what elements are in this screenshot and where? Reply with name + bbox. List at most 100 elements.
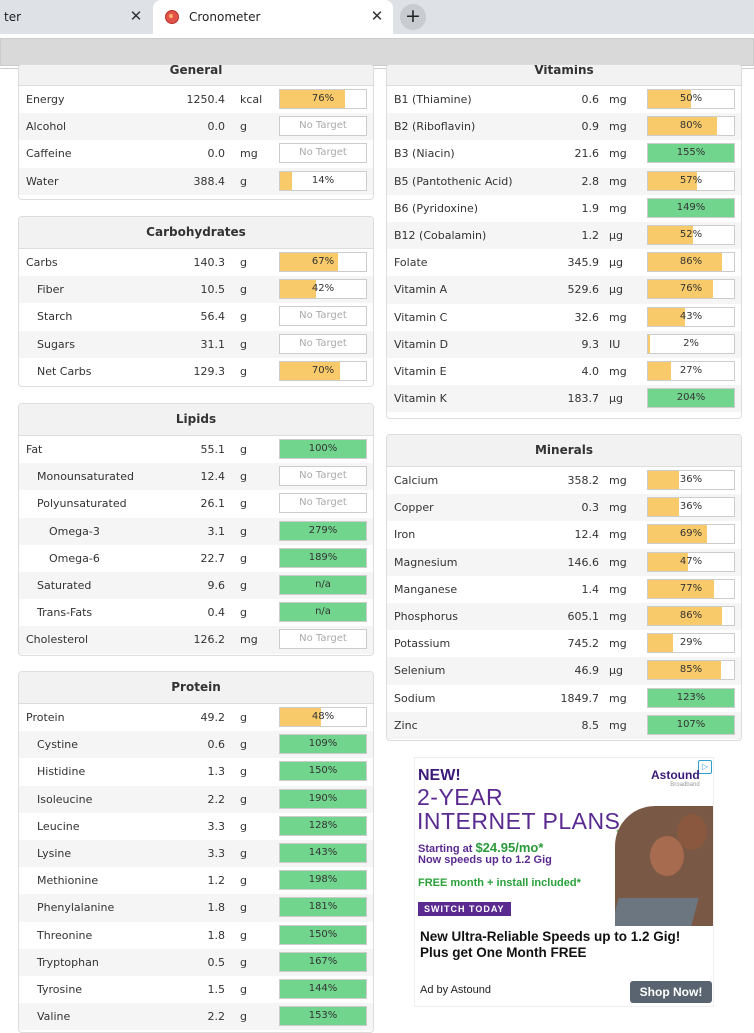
nutrient-value: 21.6 <box>574 147 600 161</box>
nutrient-row[interactable]: Lysine 3.3 g 143% <box>19 839 373 868</box>
nutrient-value: 1.2 <box>207 874 226 888</box>
close-icon[interactable]: ✕ <box>369 8 385 24</box>
general-panel: General Energy 1250.4 kcal 76% Alcohol 0.0 g No… <box>18 64 374 200</box>
nutrient-row[interactable]: Vitamin C 32.6 mg 43% <box>387 304 741 331</box>
nutrient-row[interactable]: Saturated 9.6 g n/a <box>19 571 373 600</box>
target-progress-bar: 48% <box>279 707 367 727</box>
progress-percent: No Target <box>299 497 347 509</box>
nutrient-unit: g <box>240 982 247 996</box>
progress-percent: 29% <box>679 637 703 649</box>
nutrient-row[interactable]: Vitamin E 4.0 mg 27% <box>387 358 741 385</box>
nutrient-row[interactable]: B6 (Pyridoxine) 1.9 mg 149% <box>387 195 741 222</box>
browser-tab-inactive[interactable]: ter ✕ <box>0 0 152 34</box>
nutrient-row[interactable]: Vitamin K 183.7 µg 204% <box>387 385 741 413</box>
nutrient-row[interactable]: Trans-Fats 0.4 g n/a <box>19 599 373 626</box>
panel-title: General <box>19 65 373 86</box>
nutrient-name: Trans-Fats <box>37 606 93 620</box>
nutrient-row[interactable]: Vitamin A 529.6 µg 76% <box>387 276 741 304</box>
nutrient-row[interactable]: Tryptophan 0.5 g 167% <box>19 948 373 976</box>
nutrient-unit: mg <box>609 201 627 215</box>
nutrient-name: Phosphorus <box>394 609 458 623</box>
nutrient-row[interactable]: Isoleucine 2.2 g 190% <box>19 785 373 813</box>
nutrient-row[interactable]: Methionine 1.2 g 198% <box>19 867 373 894</box>
target-progress-bar: 279% <box>279 520 367 541</box>
nutrient-row[interactable]: Valine 2.2 g 153% <box>19 1003 373 1031</box>
nutrient-row[interactable]: Cystine 0.6 g 109% <box>19 731 373 759</box>
nutrient-row[interactable]: Sugars 31.1 g No Target <box>19 330 373 358</box>
target-progress-bar: 143% <box>279 842 367 863</box>
nutrient-row[interactable]: Copper 0.3 mg 36% <box>387 494 741 522</box>
progress-percent: 50% <box>679 93 703 104</box>
nutrient-row[interactable]: Net Carbs 129.3 g 70% <box>19 358 373 385</box>
nutrient-row[interactable]: Cholesterol 126.2 mg No Target <box>19 626 373 654</box>
target-progress-bar: No Target <box>279 629 367 650</box>
ad-switch-badge[interactable]: SWITCH TODAY <box>418 902 511 916</box>
nutrient-row[interactable]: Phenylalanine 1.8 g 181% <box>19 894 373 922</box>
nutrient-row[interactable]: Polyunsaturated 26.1 g No Target <box>19 490 373 517</box>
target-progress-bar: 36% <box>647 470 735 490</box>
nutrient-row[interactable]: Starch 56.4 g No Target <box>19 303 373 330</box>
shop-now-button[interactable]: Shop Now! <box>630 981 712 1003</box>
nutrient-row[interactable]: Vitamin D 9.3 IU 2% <box>387 330 741 358</box>
nutrient-unit: µg <box>609 256 623 270</box>
nutrient-row[interactable]: Tyrosine 1.5 g 144% <box>19 976 373 1003</box>
advertisement[interactable]: ▷ NEW! 2-YEAR INTERNET PLANS Starting at… <box>414 757 714 1007</box>
nutrient-row[interactable]: Fat 55.1 g 100% <box>19 436 373 463</box>
nutrient-row[interactable]: Protein 49.2 g 48% <box>19 704 373 731</box>
nutrient-row[interactable]: Iron 12.4 mg 69% <box>387 521 741 548</box>
nutrient-row[interactable]: Alcohol 0.0 g No Target <box>19 113 373 141</box>
nutrient-value: 745.2 <box>567 637 600 651</box>
nutrient-unit: mg <box>609 637 627 651</box>
nutrient-value: 1.3 <box>207 765 226 779</box>
nutrient-row[interactable]: Sodium 1849.7 mg 123% <box>387 685 741 712</box>
close-icon[interactable]: ✕ <box>128 8 144 24</box>
nutrient-unit: g <box>240 765 247 779</box>
nutrient-row[interactable]: Potassium 745.2 mg 29% <box>387 630 741 657</box>
nutrient-row[interactable]: Manganese 1.4 mg 77% <box>387 576 741 603</box>
progress-percent: 167% <box>308 955 338 967</box>
progress-percent: 52% <box>679 228 703 240</box>
progress-percent: 86% <box>679 256 703 268</box>
progress-percent: n/a <box>315 606 331 618</box>
nutrient-row[interactable]: B3 (Niacin) 21.6 mg 155% <box>387 140 741 167</box>
nutrient-row[interactable]: Leucine 3.3 g 128% <box>19 813 373 840</box>
nutrient-row[interactable]: Folate 345.9 µg 86% <box>387 249 741 276</box>
nutrient-row[interactable]: Carbs 140.3 g 67% <box>19 249 373 276</box>
ad-speeds: Now speeds up to 1.2 Gig <box>418 854 552 866</box>
nutrient-row[interactable]: Monounsaturated 12.4 g No Target <box>19 463 373 491</box>
new-tab-plus-icon[interactable]: + <box>400 4 426 30</box>
nutrient-row[interactable]: Water 388.4 g 14% <box>19 167 373 195</box>
progress-percent: 77% <box>679 582 703 594</box>
nutrient-row[interactable]: B12 (Cobalamin) 1.2 µg 52% <box>387 221 741 250</box>
nutrient-row[interactable]: B1 (Thiamine) 0.6 mg 50% <box>387 86 741 113</box>
address-bar[interactable] <box>0 38 754 66</box>
nutrient-row[interactable]: Selenium 46.9 µg 85% <box>387 657 741 685</box>
progress-percent: 36% <box>679 501 703 513</box>
panel-title: Vitamins <box>387 65 741 86</box>
panel-title: Protein <box>19 672 373 704</box>
target-progress-bar: 150% <box>279 761 367 782</box>
nutrient-row[interactable]: Fiber 10.5 g 42% <box>19 276 373 304</box>
nutrient-value: 2.2 <box>207 1010 226 1024</box>
nutrient-row[interactable]: Phosphorus 605.1 mg 86% <box>387 602 741 631</box>
nutrient-name: Selenium <box>394 664 446 678</box>
nutrient-row[interactable]: B5 (Pantothenic Acid) 2.8 mg 57% <box>387 167 741 195</box>
nutrient-row[interactable]: Histidine 1.3 g 150% <box>19 758 373 785</box>
nutrient-row[interactable]: Zinc 8.5 mg 107% <box>387 711 741 739</box>
nutrient-row[interactable]: Threonine 1.8 g 150% <box>19 922 373 949</box>
target-progress-bar: 109% <box>279 734 367 755</box>
browser-tab-active[interactable]: Cronometer ✕ <box>153 0 393 34</box>
nutrient-name: Vitamin A <box>394 283 448 297</box>
adchoices-icon[interactable]: ▷ <box>698 760 712 774</box>
target-progress-bar: No Target <box>279 493 367 514</box>
nutrient-unit: IU <box>609 337 621 351</box>
target-progress-bar: 50% <box>647 89 735 109</box>
nutrient-row[interactable]: Omega-3 3.1 g 279% <box>19 517 373 545</box>
nutrient-row[interactable]: B2 (Riboflavin) 0.9 mg 80% <box>387 113 741 141</box>
nutrient-row[interactable]: Magnesium 146.6 mg 47% <box>387 548 741 576</box>
progress-percent: 67% <box>311 256 335 267</box>
nutrient-row[interactable]: Energy 1250.4 kcal 76% <box>19 86 373 113</box>
nutrient-row[interactable]: Calcium 358.2 mg 36% <box>387 467 741 494</box>
nutrient-row[interactable]: Omega-6 22.7 g 189% <box>19 545 373 572</box>
nutrient-row[interactable]: Caffeine 0.0 mg No Target <box>19 140 373 167</box>
